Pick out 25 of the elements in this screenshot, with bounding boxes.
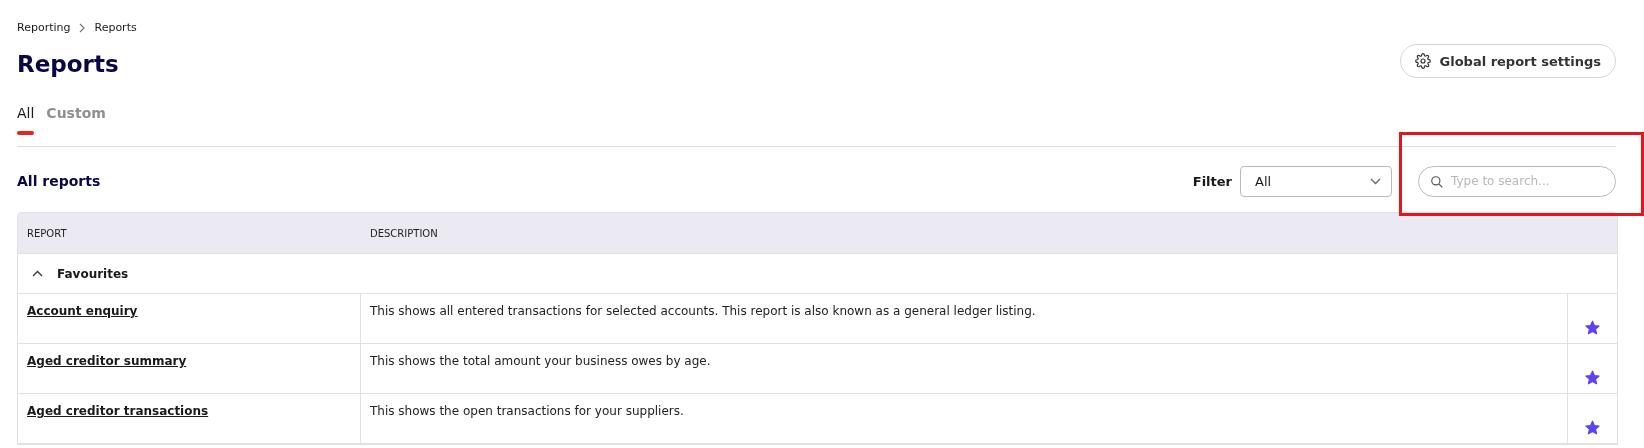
report-link[interactable]: Aged creditor transactions (27, 404, 209, 418)
description-text: This shows the total amount your business owes by age. (370, 354, 711, 368)
tab[interactable]: All (17, 105, 35, 135)
search-field[interactable]: Type to search... (1418, 165, 1616, 197)
filter-label: Filter (1192, 173, 1232, 189)
settings-icon (1414, 53, 1431, 69)
breadcrumb-link[interactable]: Reports (94, 21, 137, 34)
global-settings-button[interactable]: Global report settings (1399, 44, 1616, 78)
page-title: Reports (17, 51, 119, 77)
description-text: This shows all entered transactions for selected accounts. This report is also known as a general ledger listing. (370, 304, 1036, 318)
favourite-star-button[interactable] (1585, 370, 1600, 385)
breadcrumb-link[interactable]: Reporting (17, 21, 71, 34)
favourite-star-button[interactable] (1585, 420, 1600, 435)
report-link[interactable]: Aged creditor summary (27, 354, 187, 368)
report-link[interactable]: Account enquiry (27, 304, 138, 318)
favourite-star-button[interactable] (1585, 320, 1600, 335)
chevron-down-icon (1370, 177, 1381, 185)
search-icon (1430, 174, 1444, 189)
filter-dropdown[interactable]: All (1240, 165, 1392, 197)
column-header: DESCRIPTION (369, 226, 439, 241)
section-title: All reports (17, 173, 102, 189)
description-text: This shows the open transactions for your suppliers. (370, 404, 684, 418)
column-header: REPORT (26, 226, 68, 241)
chevron-up-icon (32, 270, 43, 277)
chevron-right-icon (78, 22, 87, 33)
